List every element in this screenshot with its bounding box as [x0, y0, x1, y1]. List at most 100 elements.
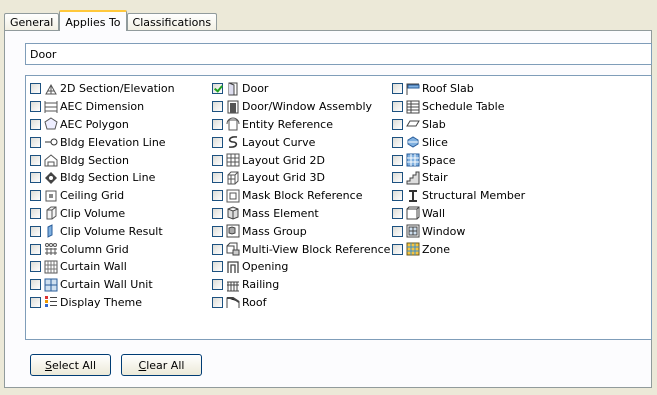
object-type-item[interactable]: Roof Slab: [392, 80, 525, 98]
section-line-icon: [44, 171, 58, 185]
tab-classifications[interactable]: Classifications: [126, 13, 218, 31]
object-type-item[interactable]: Door: [212, 80, 390, 98]
curtain-wall-icon: [44, 260, 58, 274]
tab-general[interactable]: General: [4, 13, 60, 31]
object-type-item[interactable]: Layout Grid 3D: [212, 169, 390, 187]
object-type-checkbox[interactable]: [392, 136, 403, 148]
ceiling-grid-icon: [44, 189, 58, 203]
object-type-checkbox[interactable]: [30, 279, 41, 291]
object-type-checkbox[interactable]: [212, 154, 223, 166]
object-type-item[interactable]: Bldg Section: [30, 151, 175, 169]
bldg-section-icon: [44, 153, 58, 167]
object-type-item[interactable]: Curtain Wall Unit: [30, 276, 175, 294]
object-type-checkbox[interactable]: [392, 243, 403, 255]
object-type-checkbox[interactable]: [30, 136, 41, 148]
clear-all-label: lear All: [146, 358, 185, 372]
tab-applies-to[interactable]: Applies To: [59, 10, 127, 31]
roof-slab-icon: [406, 82, 420, 96]
object-type-checkbox[interactable]: [212, 118, 223, 130]
name-field[interactable]: [25, 43, 652, 65]
door-icon: [226, 82, 240, 96]
object-type-checkbox[interactable]: [392, 190, 403, 202]
schedule-table-icon: [406, 100, 420, 114]
object-type-label: Multi-View Block Reference: [242, 242, 391, 256]
roof-icon: [226, 295, 240, 309]
object-type-item[interactable]: Wall: [392, 205, 525, 223]
object-type-label: Clip Volume: [60, 206, 126, 220]
object-type-item[interactable]: Layout Curve: [212, 133, 390, 151]
object-type-item[interactable]: Layout Grid 2D: [212, 151, 390, 169]
object-type-item[interactable]: Opening: [212, 258, 390, 276]
object-type-label: Bldg Section Line: [60, 171, 156, 185]
object-type-checkbox[interactable]: [30, 261, 41, 273]
object-type-item[interactable]: Door/Window Assembly: [212, 98, 390, 116]
object-type-checkbox[interactable]: [392, 118, 403, 130]
object-type-checkbox[interactable]: [30, 207, 41, 219]
object-type-item[interactable]: Mass Element: [212, 205, 390, 223]
object-type-item[interactable]: Space: [392, 151, 525, 169]
object-type-checkbox[interactable]: [212, 296, 223, 308]
object-type-checkbox[interactable]: [212, 83, 223, 95]
object-type-checkbox[interactable]: [392, 225, 403, 237]
object-type-item[interactable]: Mask Block Reference: [212, 187, 390, 205]
object-type-item[interactable]: Stair: [392, 169, 525, 187]
object-type-item[interactable]: Ceiling Grid: [30, 187, 175, 205]
object-type-checkbox[interactable]: [30, 243, 41, 255]
object-type-checkbox[interactable]: [30, 172, 41, 184]
object-type-checkbox[interactable]: [392, 172, 403, 184]
object-type-checkbox[interactable]: [392, 154, 403, 166]
object-type-checkbox[interactable]: [30, 154, 41, 166]
clip-volume-result-icon: [44, 224, 58, 239]
object-type-checkbox[interactable]: [212, 190, 223, 202]
object-type-item[interactable]: Bldg Elevation Line: [30, 133, 175, 151]
object-type-item[interactable]: 2D Section/Elevation: [30, 80, 175, 98]
object-type-item[interactable]: Railing: [212, 276, 390, 294]
object-type-checkbox[interactable]: [30, 296, 41, 308]
object-type-item[interactable]: AEC Polygon: [30, 116, 175, 134]
layout-curve-icon: [226, 135, 240, 149]
object-type-checkbox[interactable]: [30, 101, 41, 113]
object-type-checkbox[interactable]: [392, 101, 403, 113]
clear-all-button[interactable]: Clear All: [121, 354, 202, 376]
object-type-item[interactable]: Curtain Wall: [30, 258, 175, 276]
object-type-label: AEC Polygon: [60, 117, 129, 131]
object-type-checkbox[interactable]: [212, 225, 223, 237]
object-type-checkbox[interactable]: [212, 101, 223, 113]
object-type-checkbox[interactable]: [30, 225, 41, 237]
object-type-item[interactable]: Roof: [212, 294, 390, 312]
object-type-checkbox[interactable]: [30, 118, 41, 130]
object-type-checkbox[interactable]: [212, 261, 223, 273]
select-all-button[interactable]: Select All: [30, 354, 111, 376]
object-type-checkbox[interactable]: [212, 136, 223, 148]
object-type-label: Entity Reference: [242, 117, 334, 131]
object-type-item[interactable]: Slab: [392, 116, 525, 134]
object-type-label: Mass Element: [242, 206, 319, 220]
object-type-item[interactable]: Bldg Section Line: [30, 169, 175, 187]
object-type-item[interactable]: Window: [392, 222, 525, 240]
object-type-item[interactable]: Slice: [392, 133, 525, 151]
object-type-item[interactable]: Clip Volume: [30, 205, 175, 223]
object-type-checkbox[interactable]: [212, 279, 223, 291]
object-type-checkbox[interactable]: [392, 83, 403, 95]
object-column-1: 2D Section/Elevation AEC Dimension AEC Pol…: [30, 80, 175, 311]
object-type-checkbox[interactable]: [392, 207, 403, 219]
object-type-item[interactable]: Zone: [392, 240, 525, 258]
object-type-label: Opening: [242, 260, 289, 274]
object-type-item[interactable]: Entity Reference: [212, 116, 390, 134]
object-type-checkbox[interactable]: [30, 83, 41, 95]
object-type-item[interactable]: Clip Volume Result: [30, 222, 175, 240]
door-window-assembly-icon: [226, 100, 240, 114]
object-type-checkbox[interactable]: [212, 207, 223, 219]
object-type-label: Bldg Section: [60, 153, 129, 167]
object-type-item[interactable]: Schedule Table: [392, 98, 525, 116]
object-type-label: Display Theme: [60, 295, 142, 309]
object-type-checkbox[interactable]: [30, 190, 41, 202]
object-type-item[interactable]: Column Grid: [30, 240, 175, 258]
object-type-checkbox[interactable]: [212, 172, 223, 184]
object-type-item[interactable]: Display Theme: [30, 294, 175, 312]
object-type-item[interactable]: AEC Dimension: [30, 98, 175, 116]
object-type-checkbox[interactable]: [212, 243, 223, 255]
object-type-item[interactable]: Multi-View Block Reference: [212, 240, 390, 258]
object-type-item[interactable]: Mass Group: [212, 222, 390, 240]
object-type-item[interactable]: Structural Member: [392, 187, 525, 205]
